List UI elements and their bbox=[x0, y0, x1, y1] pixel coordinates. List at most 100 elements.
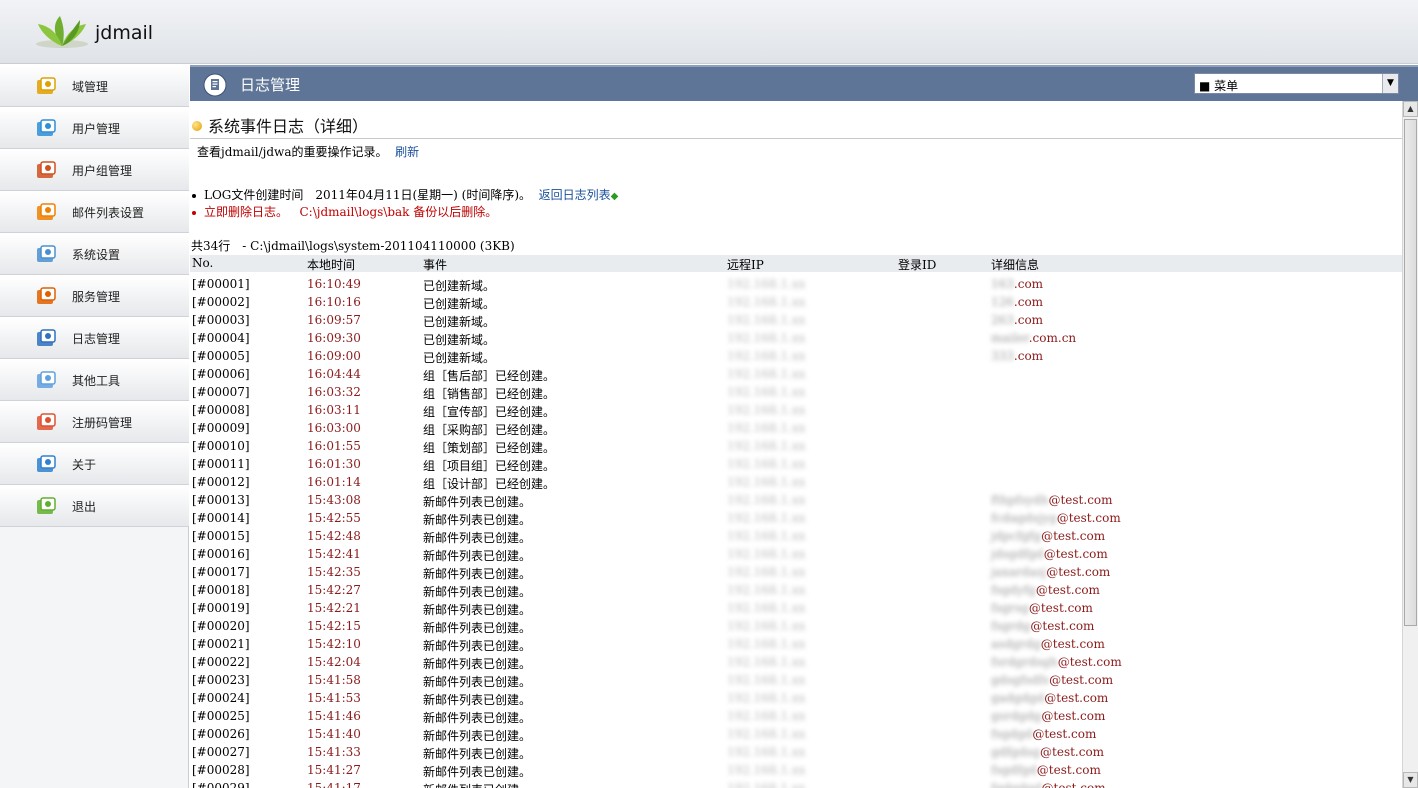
scrollbar-thumb[interactable] bbox=[1404, 119, 1417, 626]
row-detail: 163.com bbox=[991, 277, 1043, 291]
row-time: 15:43:08 bbox=[307, 493, 361, 507]
row-event: 组［采购部］已经创建。 bbox=[423, 423, 556, 437]
row-event: 新邮件列表已创建。 bbox=[423, 781, 531, 788]
brand-name: jdmail bbox=[95, 22, 154, 44]
table-row: [#00006] 16:04:44 组［售后部］已经创建。 192.168.1.xx bbox=[190, 365, 1402, 383]
vertical-scrollbar[interactable]: ▲ ▼ bbox=[1402, 101, 1418, 788]
row-remote-ip: 192.168.1.xx bbox=[727, 475, 806, 489]
row-event: 新邮件列表已创建。 bbox=[423, 495, 532, 509]
description: 查看jdmail/jdwa的重要操作记录。 刷新 bbox=[197, 143, 419, 160]
row-detail-domain: @test.com bbox=[1028, 601, 1093, 615]
row-event: 新邮件列表已创建。 bbox=[423, 747, 532, 761]
row-detail: gadgdgd@test.com bbox=[991, 691, 1108, 705]
row-remote-ip: 192.168.1.xx bbox=[727, 439, 806, 453]
row-detail-domain: @test.com bbox=[1035, 583, 1100, 597]
row-number: [#00011] bbox=[192, 457, 250, 471]
table-row: [#00018] 15:42:27 新邮件列表已创建。 192.168.1.xx fsg… bbox=[190, 581, 1402, 599]
row-detail: fsrdgrdsgh@test.com bbox=[991, 655, 1122, 669]
row-number: [#00029] bbox=[192, 781, 250, 788]
menu-dropdown[interactable]: ■ 菜单 ▼ bbox=[1194, 73, 1399, 94]
row-number: [#00004] bbox=[192, 331, 250, 345]
green-arrow-icon: ◆ bbox=[610, 191, 619, 202]
row-detail: gsrdgdg@test.com bbox=[991, 709, 1105, 723]
row-detail-redacted: fsgdgd bbox=[991, 727, 1033, 741]
sidebar-item-label: 关于 bbox=[72, 458, 97, 472]
row-remote-ip: 192.168.1.xx bbox=[727, 673, 806, 687]
row-time: 16:10:49 bbox=[307, 277, 361, 291]
row-event: 新邮件列表已创建。 bbox=[423, 549, 532, 563]
user-icon bbox=[37, 119, 56, 136]
row-remote-ip: 192.168.1.xx bbox=[727, 655, 806, 669]
chevron-down-icon[interactable]: ▼ bbox=[1382, 74, 1398, 93]
row-time: 15:42:55 bbox=[307, 511, 361, 525]
row-detail-domain: @test.com bbox=[1046, 565, 1111, 579]
scroll-up-icon[interactable]: ▲ bbox=[1403, 101, 1418, 117]
row-event: 新邮件列表已创建。 bbox=[423, 657, 532, 671]
log-icon bbox=[37, 329, 56, 346]
back-to-log-list-link[interactable]: 返回日志列表 bbox=[539, 188, 611, 202]
row-event: 已创建新域。 bbox=[423, 297, 496, 311]
row-detail-redacted: fcdagdsjyg bbox=[991, 511, 1057, 525]
row-remote-ip: 192.168.1.xx bbox=[727, 349, 806, 363]
refresh-link[interactable]: 刷新 bbox=[395, 145, 419, 159]
row-detail-redacted: fgdgdgd bbox=[991, 781, 1042, 788]
row-detail-redacted: fsgdyfg bbox=[991, 583, 1036, 597]
sidebar-item-license[interactable]: 注册码管理 bbox=[0, 401, 189, 443]
bullet-icon bbox=[192, 210, 196, 215]
row-detail: jaxardasj@test.com bbox=[991, 565, 1110, 579]
row-detail-redacted: fsgrdg bbox=[991, 619, 1031, 633]
main-content: 系统事件日志（详细） 查看jdmail/jdwa的重要操作记录。 刷新 LOG文… bbox=[190, 101, 1402, 788]
sidebar-item-group[interactable]: 用户组管理 bbox=[0, 149, 189, 191]
row-remote-ip: 192.168.1.xx bbox=[727, 619, 806, 633]
row-detail-domain: @test.com bbox=[1040, 745, 1105, 759]
table-row: [#00011] 16:01:30 组［项目组］已经创建。 192.168.1.xx bbox=[190, 455, 1402, 473]
sidebar-item-label: 用户管理 bbox=[72, 122, 121, 136]
row-detail-redacted: mailer bbox=[991, 331, 1029, 345]
row-time: 15:42:35 bbox=[307, 565, 361, 579]
row-number: [#00015] bbox=[192, 529, 250, 543]
table-row: [#00016] 15:42:41 新邮件列表已创建。 192.168.1.xx jds… bbox=[190, 545, 1402, 563]
sidebar-item-mailinglist[interactable]: 邮件列表设置 bbox=[0, 191, 189, 233]
row-detail-domain: @test.com bbox=[1036, 763, 1101, 777]
header-event: 事件 bbox=[423, 258, 448, 272]
sidebar-item-user[interactable]: 用户管理 bbox=[0, 107, 189, 149]
row-remote-ip: 192.168.1.xx bbox=[727, 295, 806, 309]
table-row: [#00024] 15:41:53 新邮件列表已创建。 192.168.1.xx gad… bbox=[190, 689, 1402, 707]
sidebar-item-log[interactable]: 日志管理 bbox=[0, 317, 189, 359]
delete-log-link[interactable]: 立即删除日志。 bbox=[204, 205, 288, 219]
row-number: [#00010] bbox=[192, 439, 250, 453]
row-time: 16:09:30 bbox=[307, 331, 361, 345]
row-time: 16:03:11 bbox=[307, 403, 361, 417]
row-detail-redacted: jaxardasj bbox=[991, 565, 1047, 579]
row-time: 15:41:58 bbox=[307, 673, 361, 687]
row-event: 已创建新域。 bbox=[423, 315, 496, 329]
sidebar-item-logout[interactable]: 退出 bbox=[0, 485, 189, 527]
row-number: [#00021] bbox=[192, 637, 250, 651]
sidebar-item-tools[interactable]: 其他工具 bbox=[0, 359, 189, 401]
sidebar-item-service[interactable]: 服务管理 bbox=[0, 275, 189, 317]
scroll-down-icon[interactable]: ▼ bbox=[1403, 772, 1418, 788]
service-icon bbox=[37, 287, 56, 304]
row-remote-ip: 192.168.1.xx bbox=[727, 547, 806, 561]
sidebar-item-system-settings[interactable]: 系统设置 bbox=[0, 233, 189, 275]
row-number: [#00008] bbox=[192, 403, 250, 417]
row-event: 已创建新域。 bbox=[423, 333, 496, 347]
row-time: 16:01:30 bbox=[307, 457, 361, 471]
row-time: 16:01:55 bbox=[307, 439, 361, 453]
row-detail-domain: .com.cn bbox=[1028, 331, 1077, 345]
sidebar-item-label: 日志管理 bbox=[72, 332, 121, 346]
table-row: [#00009] 16:03:00 组［采购部］已经创建。 192.168.1.xx bbox=[190, 419, 1402, 437]
row-event: 新邮件列表已创建。 bbox=[423, 711, 532, 725]
table-row: [#00003] 16:09:57 已创建新域。 192.168.1.xx 263.co… bbox=[190, 311, 1402, 329]
table-row: [#00028] 15:41:27 新邮件列表已创建。 192.168.1.xx fsg… bbox=[190, 761, 1402, 779]
row-detail-redacted: fthpfsydh bbox=[991, 493, 1049, 507]
row-time: 16:10:16 bbox=[307, 295, 361, 309]
sidebar-item-domain[interactable]: 域管理 bbox=[0, 65, 189, 107]
row-detail-domain: @test.com bbox=[1040, 637, 1105, 651]
table-row: [#00010] 16:01:55 组［策划部］已经创建。 192.168.1.xx bbox=[190, 437, 1402, 455]
row-remote-ip: 192.168.1.xx bbox=[727, 511, 806, 525]
tools-icon bbox=[37, 371, 56, 388]
row-detail: 263.com bbox=[991, 313, 1043, 327]
row-time: 15:42:27 bbox=[307, 583, 361, 597]
sidebar-item-about[interactable]: 关于 bbox=[0, 443, 189, 485]
